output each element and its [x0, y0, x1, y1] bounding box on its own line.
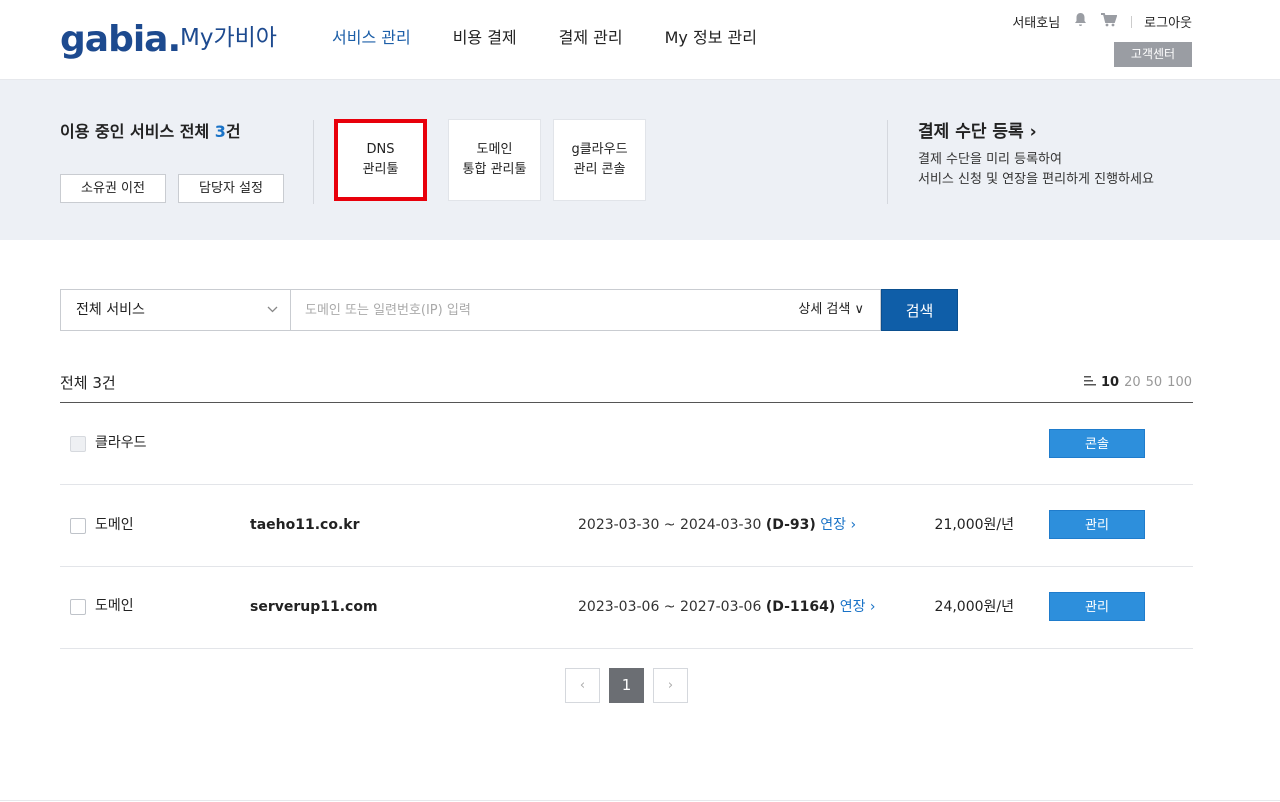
payment-description: 결제 수단을 미리 등록하여 서비스 신청 및 연장을 편리하게 진행하세요	[918, 152, 1154, 187]
nav-my-info[interactable]: My 정보 관리	[665, 26, 757, 50]
page-1-button[interactable]: 1	[609, 668, 644, 703]
dns-tool-tile[interactable]: DNS 관리툴	[334, 119, 427, 201]
domain-tool-tile[interactable]: 도메인 통합 관리툴	[448, 119, 541, 201]
page-size-20[interactable]: 20	[1124, 375, 1141, 390]
search-bar: 전체 서비스 상세 검색 ∨ 검색	[60, 289, 958, 331]
domain-name[interactable]: taeho11.co.kr	[250, 515, 359, 535]
ownership-transfer-button[interactable]: 소유권 이전	[60, 174, 166, 203]
search-button[interactable]: 검색	[881, 289, 958, 331]
service-period: 2023-03-06 ~ 2027-03-06 (D-1164) 연장 ›	[578, 599, 876, 615]
list-item: 도메인 taeho11.co.kr 2023-03-30 ~ 2024-03-3…	[60, 485, 1193, 567]
page-size-100[interactable]: 100	[1167, 375, 1192, 390]
d-day: (D-1164)	[765, 599, 836, 615]
service-period: 2023-03-30 ~ 2024-03-30 (D-93) 연장 ›	[578, 517, 857, 533]
row-checkbox[interactable]	[70, 518, 86, 534]
row-checkbox[interactable]	[70, 599, 86, 615]
customer-center-button[interactable]: 고객센터	[1114, 42, 1192, 67]
manage-button[interactable]: 관리	[1049, 510, 1145, 539]
service-type: 도메인	[95, 517, 134, 533]
cart-icon[interactable]	[1101, 12, 1118, 31]
contact-setting-button[interactable]: 담당자 설정	[178, 174, 284, 203]
divider	[887, 120, 888, 204]
page-size-50[interactable]: 50	[1146, 375, 1163, 390]
service-select[interactable]: 전체 서비스	[60, 289, 291, 331]
list-item: 도메인 serverup11.com 2023-03-06 ~ 2027-03-…	[60, 567, 1193, 649]
nav-payment-manage[interactable]: 결제 관리	[559, 26, 623, 50]
prev-page-button[interactable]: ‹	[565, 668, 600, 703]
divider	[1131, 15, 1133, 28]
list-item: 클라우드 콘솔	[60, 403, 1193, 485]
detail-search-toggle[interactable]: 상세 검색 ∨	[798, 290, 864, 330]
domain-name[interactable]: serverup11.com	[250, 597, 378, 617]
service-count: 3	[214, 122, 226, 141]
service-count-title: 이용 중인 서비스 전체 3건	[60, 122, 241, 141]
search-input[interactable]	[291, 290, 761, 330]
pagination: ‹ 1 ›	[565, 668, 697, 703]
total-count: 전체 3건	[60, 374, 116, 392]
logout-link[interactable]: 로그아웃	[1144, 12, 1192, 31]
page-size-10[interactable]: 10	[1101, 375, 1119, 390]
footer-line	[0, 800, 1280, 801]
next-page-button[interactable]: ›	[653, 668, 688, 703]
price: 24,000원/년	[934, 599, 1014, 615]
gabia-logo[interactable]: gabia.	[60, 18, 181, 62]
price: 21,000원/년	[934, 517, 1014, 533]
my-gabia-title[interactable]: My가비아	[180, 22, 277, 54]
nav-billing[interactable]: 비용 결제	[453, 26, 517, 50]
service-type: 도메인	[95, 598, 134, 614]
header: gabia. My가비아 서비스 관리 비용 결제 결제 관리 My 정보 관리…	[0, 0, 1280, 80]
gcloud-console-tile[interactable]: g클라우드 관리 콘솔	[553, 119, 646, 201]
utility-menu: 서태호님 로그아웃	[1012, 12, 1192, 31]
user-name[interactable]: 서태호님	[1012, 12, 1060, 31]
divider	[313, 120, 314, 204]
d-day: (D-93)	[765, 517, 816, 533]
search-field: 상세 검색 ∨	[291, 289, 881, 331]
nav-service-manage[interactable]: 서비스 관리	[332, 26, 411, 50]
payment-register-link[interactable]: 결제 수단 등록 ›	[918, 120, 1037, 144]
row-checkbox[interactable]	[70, 436, 86, 452]
renew-link[interactable]: 연장 ›	[816, 517, 856, 533]
service-type: 클라우드	[95, 435, 147, 451]
chevron-down-icon	[267, 290, 278, 330]
console-button[interactable]: 콘솔	[1049, 429, 1145, 458]
list-icon	[1083, 375, 1096, 390]
main-nav: 서비스 관리 비용 결제 결제 관리 My 정보 관리	[332, 26, 799, 50]
renew-link[interactable]: 연장 ›	[835, 599, 876, 615]
bell-icon[interactable]	[1074, 12, 1087, 31]
page-size-selector: 10 20 50 100	[1083, 375, 1192, 390]
manage-button[interactable]: 관리	[1049, 592, 1145, 621]
